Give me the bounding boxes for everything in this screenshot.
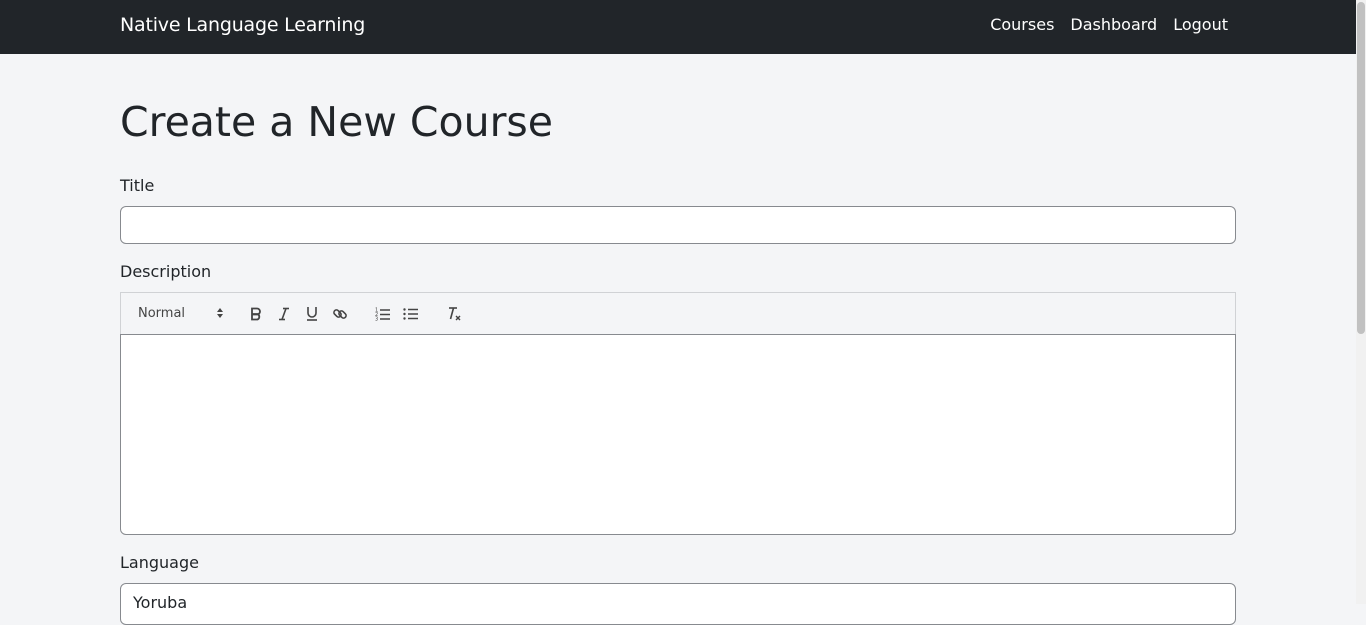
underline-icon — [307, 307, 317, 321]
page-title: Create a New Course — [120, 98, 554, 146]
select-arrows-icon — [217, 308, 223, 318]
link-button[interactable] — [328, 293, 352, 334]
svg-text:3: 3 — [375, 316, 378, 321]
title-label: Title — [120, 176, 155, 195]
nav-link-courses[interactable]: Courses — [990, 15, 1054, 34]
title-input[interactable] — [120, 206, 1236, 244]
description-editor[interactable] — [120, 334, 1236, 535]
underline-button[interactable] — [300, 293, 324, 334]
page-scrollbar[interactable] — [1356, 0, 1366, 604]
nav-links: Courses Dashboard Logout — [990, 15, 1228, 34]
nav-link-logout[interactable]: Logout — [1173, 15, 1228, 34]
clear-format-button[interactable] — [442, 293, 466, 334]
italic-icon — [279, 307, 289, 320]
header-format-value: Normal — [138, 306, 186, 321]
nav-link-dashboard[interactable]: Dashboard — [1070, 15, 1157, 34]
editor-toolbar: Normal 1 2 3 — [120, 292, 1236, 335]
bold-icon — [251, 307, 261, 320]
ordered-list-button[interactable]: 1 2 3 — [371, 293, 395, 334]
top-navbar: Native Language Learning Courses Dashboa… — [0, 0, 1356, 54]
header-format-select[interactable]: Normal — [138, 293, 224, 334]
ordered-list-icon: 1 2 3 — [375, 307, 390, 321]
bullet-list-button[interactable] — [399, 293, 423, 334]
language-value: Yoruba — [133, 593, 188, 612]
brand-logo-text[interactable]: Native Language Learning — [120, 14, 365, 36]
clear-format-icon — [449, 306, 461, 320]
bullet-list-icon — [403, 307, 418, 320]
scrollbar-thumb[interactable] — [1357, 2, 1365, 334]
link-icon — [333, 308, 347, 319]
language-label: Language — [120, 553, 199, 572]
italic-button[interactable] — [272, 293, 296, 334]
bold-button[interactable] — [244, 293, 268, 334]
description-label: Description — [120, 262, 212, 281]
language-select[interactable]: Yoruba — [120, 583, 1236, 625]
